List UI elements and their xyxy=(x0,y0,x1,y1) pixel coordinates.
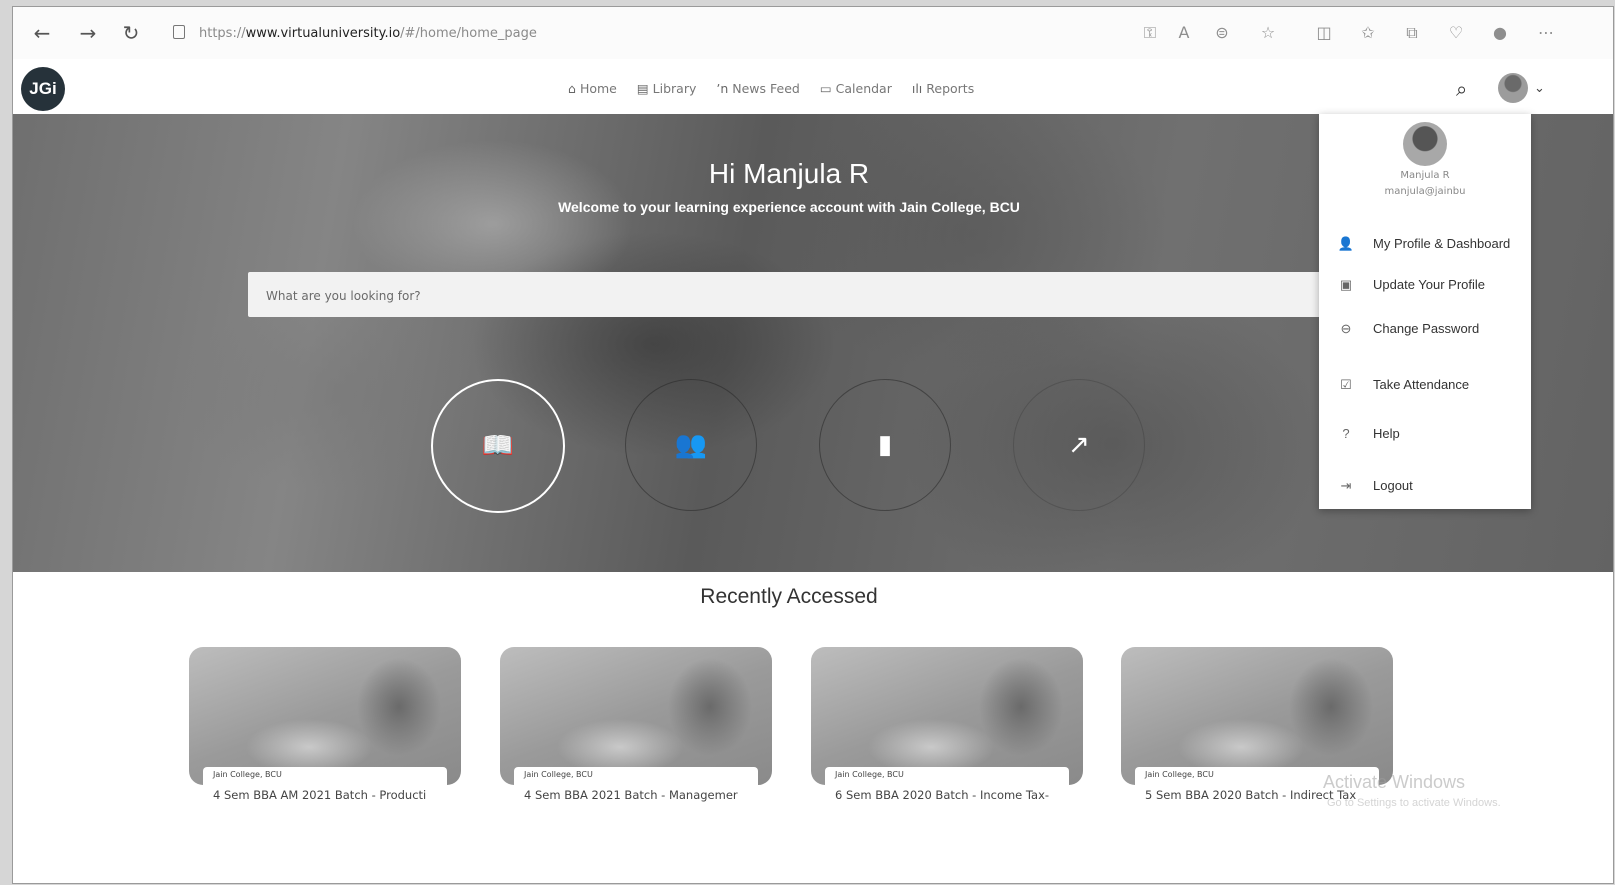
avatar[interactable] xyxy=(1498,73,1528,103)
forward-icon[interactable]: → xyxy=(75,21,101,45)
menu-item-take-attendance[interactable]: ☑ Take Attendance xyxy=(1337,377,1527,399)
nav-news-feed[interactable]: ʼn News Feed xyxy=(716,81,799,96)
back-icon[interactable]: ← xyxy=(29,21,55,45)
rss-icon: ʼn xyxy=(716,81,729,96)
menu-item-label: Logout xyxy=(1373,478,1413,493)
avatar xyxy=(1403,122,1447,166)
menu-item-label: Help xyxy=(1373,426,1400,441)
user-icon: 👤 xyxy=(1337,236,1355,251)
reload-icon[interactable]: ↻ xyxy=(118,21,144,45)
menu-item-profile-dashboard[interactable]: 👤 My Profile & Dashboard xyxy=(1337,236,1527,258)
split-screen-icon[interactable]: ◫ xyxy=(1313,23,1335,42)
trend-circle-button[interactable]: ↗ xyxy=(1013,379,1145,511)
menu-item-help[interactable]: ? Help xyxy=(1337,426,1527,448)
course-thumbnail xyxy=(811,647,1083,785)
menu-item-change-password[interactable]: ⊖ Change Password xyxy=(1337,321,1527,343)
profile-icon[interactable]: ● xyxy=(1489,23,1511,42)
calendar-check-icon: ☑ xyxy=(1340,377,1352,392)
search-input[interactable] xyxy=(248,272,1268,319)
read-aloud-icon[interactable]: A xyxy=(1173,23,1195,42)
course-card[interactable]: Jain College, BCU 5 Sem BBA 2020 Batch -… xyxy=(1121,647,1393,847)
learning-circle-button[interactable]: 📖 xyxy=(431,379,565,513)
url-host: www.virtualuniversity.io xyxy=(245,26,401,41)
nav-library[interactable]: ▤ Library xyxy=(637,81,697,96)
activate-windows-watermark: Activate Windows xyxy=(1323,772,1466,792)
id-card-icon: ▣ xyxy=(1339,277,1353,292)
bar-chart-icon: ▮ xyxy=(877,430,893,460)
activate-windows-hint: Go to Settings to activate Windows. xyxy=(1327,797,1501,809)
course-card[interactable]: Jain College, BCU 4 Sem BBA AM 2021 Batc… xyxy=(189,647,461,847)
main-nav: ⌂ Home ▤ Library ʼn News Feed ▭ Calendar ılı… xyxy=(568,81,990,101)
course-card[interactable]: Jain College, BCU 6 Sem BBA 2020 Batch -… xyxy=(811,647,1083,847)
menu-item-label: My Profile & Dashboard xyxy=(1373,236,1511,251)
more-menu-icon[interactable]: ⋯ xyxy=(1535,23,1557,42)
analytics-circle-button[interactable]: ▮ xyxy=(819,379,951,511)
book-reader-icon: 📖 xyxy=(481,431,515,461)
favorite-star-icon[interactable]: ☆ xyxy=(1257,23,1279,42)
help-icon: ? xyxy=(1342,426,1350,441)
url-scheme: https:// xyxy=(199,26,246,41)
search-icon[interactable]: ⌕ xyxy=(1456,77,1467,101)
user-name: Manjula R xyxy=(1400,170,1450,181)
url-path: /#/home/home_page xyxy=(400,26,537,41)
profile-dropdown: Manjula R manjula@jainbu 👤 My Profile & D… xyxy=(1319,114,1531,509)
nav-calendar[interactable]: ▭ Calendar xyxy=(820,81,892,96)
section-title: Recently Accessed xyxy=(700,585,878,608)
course-title[interactable]: 4 Sem BBA AM 2021 Batch - Producti xyxy=(213,788,445,802)
course-title[interactable]: 6 Sem BBA 2020 Batch - Income Tax- xyxy=(835,788,1067,802)
collections-icon[interactable]: ⧉ xyxy=(1401,23,1423,43)
users-icon: 👥 xyxy=(674,430,708,460)
course-info: Jain College, BCU 6 Sem BBA 2020 Batch -… xyxy=(825,767,1069,842)
course-info: Jain College, BCU 4 Sem BBA AM 2021 Batc… xyxy=(203,767,447,842)
course-thumbnail xyxy=(189,647,461,785)
course-org: Jain College, BCU xyxy=(524,770,593,779)
course-card[interactable]: Jain College, BCU 4 Sem BBA 2021 Batch -… xyxy=(500,647,772,847)
course-title[interactable]: 4 Sem BBA 2021 Batch - Managemer xyxy=(524,788,756,802)
calendar-icon: ▭ xyxy=(819,81,832,96)
course-org: Jain College, BCU xyxy=(213,770,282,779)
tracking-icon[interactable]: ⊜ xyxy=(1211,23,1233,42)
course-info: Jain College, BCU 4 Sem BBA 2021 Batch -… xyxy=(514,767,758,842)
chevron-down-icon[interactable]: ⌄ xyxy=(1534,81,1545,96)
home-icon: ⌂ xyxy=(568,81,576,96)
nav-label: News Feed xyxy=(732,81,800,96)
favorites-icon[interactable]: ✩ xyxy=(1357,23,1379,42)
search-box[interactable] xyxy=(248,272,1323,319)
user-email: manjula@jainbu xyxy=(1384,186,1466,197)
logo[interactable]: JGi xyxy=(21,67,65,111)
menu-item-label: Update Your Profile xyxy=(1373,277,1486,292)
lock-icon xyxy=(173,25,185,39)
menu-item-logout[interactable]: ⇥ Logout xyxy=(1337,478,1527,500)
address-bar[interactable]: https://www.virtualuniversity.io/#/home/… xyxy=(173,25,973,47)
nav-home[interactable]: ⌂ Home xyxy=(568,81,617,96)
trending-up-icon: ↗ xyxy=(1068,430,1090,460)
menu-item-update-profile[interactable]: ▣ Update Your Profile xyxy=(1337,277,1527,299)
course-org: Jain College, BCU xyxy=(1145,770,1214,779)
course-thumbnail xyxy=(500,647,772,785)
extensions-icon[interactable]: ♡ xyxy=(1445,23,1467,42)
key-icon: ⊖ xyxy=(1340,321,1352,336)
browser-window: ← → ↻ https://www.virtualuniversity.io/#… xyxy=(12,6,1614,884)
course-org: Jain College, BCU xyxy=(835,770,904,779)
key-icon[interactable]: ⚿ xyxy=(1139,23,1161,43)
menu-item-label: Take Attendance xyxy=(1373,377,1470,392)
nav-label: Library xyxy=(652,81,697,96)
menu-item-label: Change Password xyxy=(1373,321,1480,336)
nav-label: Reports xyxy=(926,81,975,96)
bar-chart-icon: ılı xyxy=(911,81,923,96)
app-header: JGi ⌂ Home ▤ Library ʼn News Feed ▭ Calendar… xyxy=(13,59,1613,114)
community-circle-button[interactable]: 👥 xyxy=(625,379,757,511)
browser-toolbar: ← → ↻ https://www.virtualuniversity.io/#… xyxy=(13,7,1613,60)
nav-label: Home xyxy=(579,81,617,96)
book-icon: ▤ xyxy=(636,81,649,96)
logout-icon: ⇥ xyxy=(1340,478,1352,493)
course-thumbnail xyxy=(1121,647,1393,785)
nav-label: Calendar xyxy=(835,81,892,96)
nav-reports[interactable]: ılı Reports xyxy=(912,81,974,96)
